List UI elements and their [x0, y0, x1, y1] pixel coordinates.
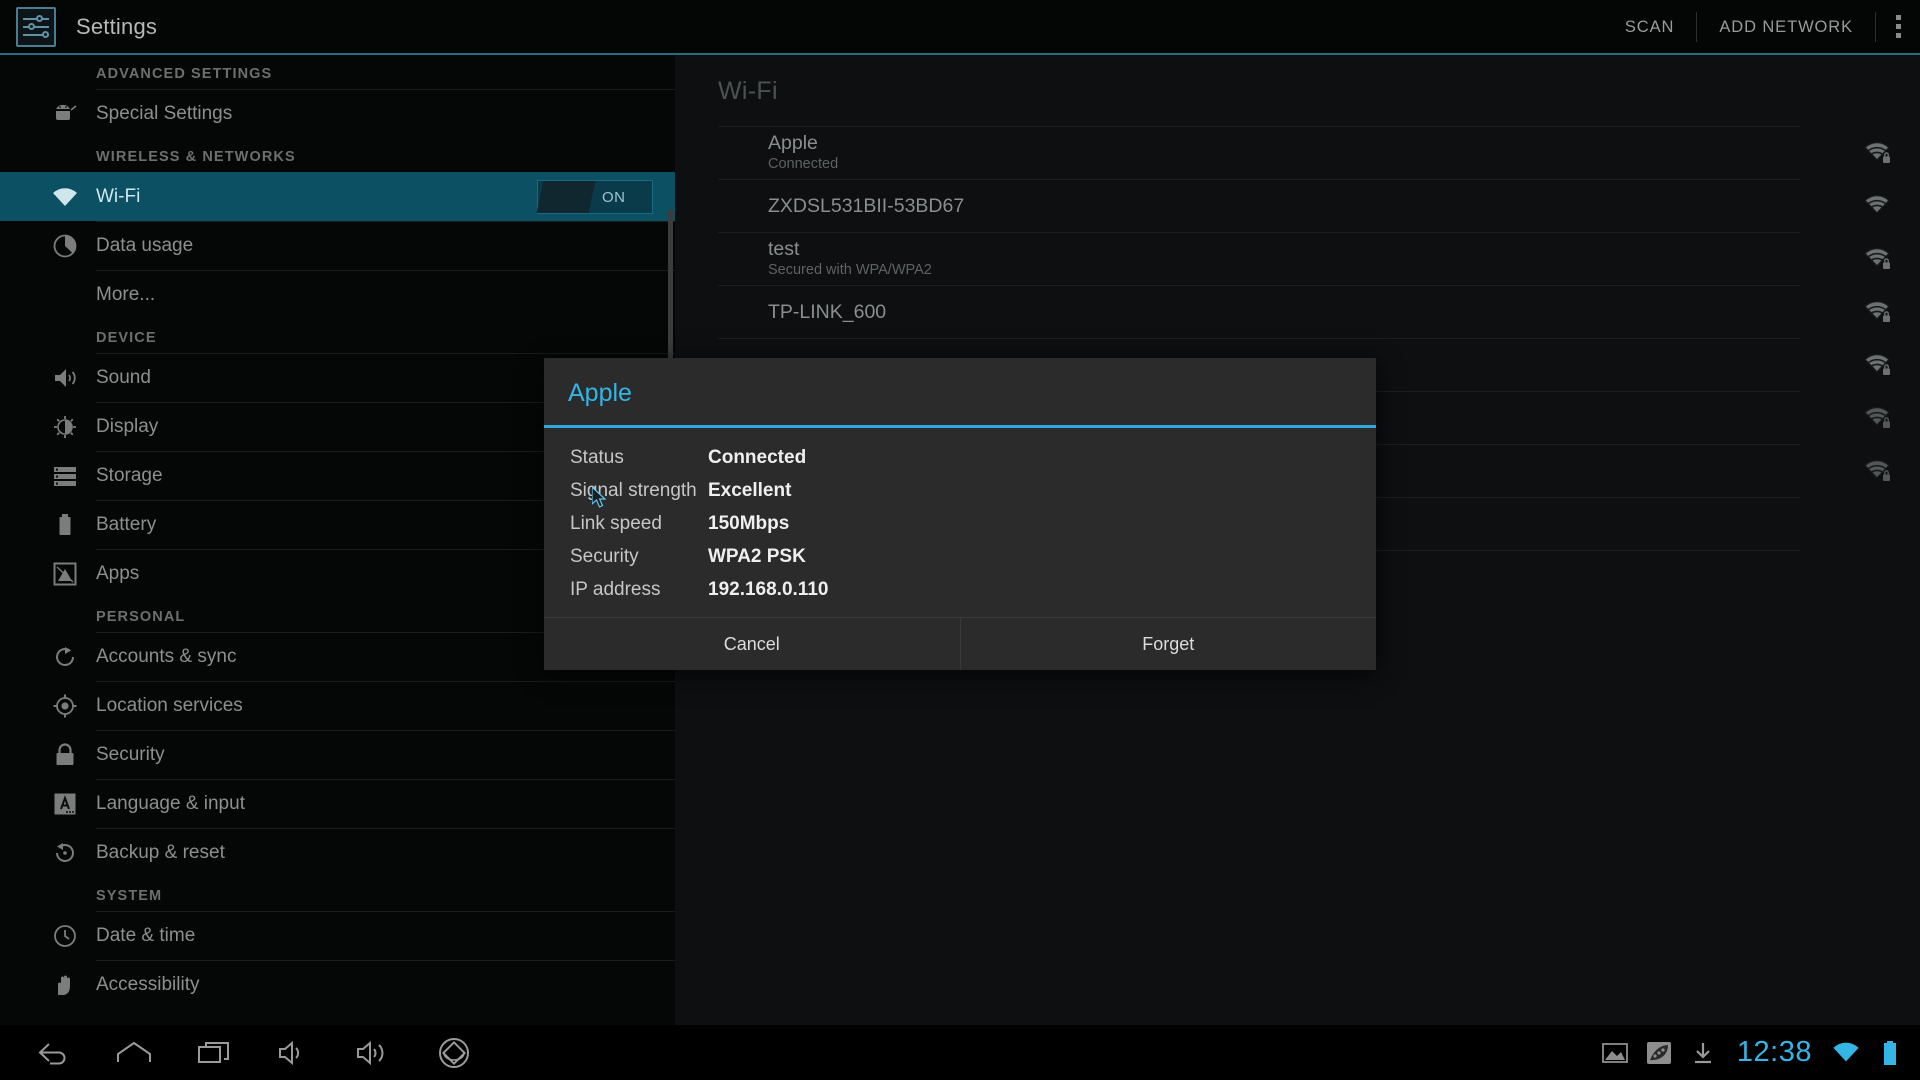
dialog-row-label: IP address [570, 579, 661, 600]
peapod-app-icon[interactable] [1645, 1039, 1673, 1067]
dialog-row-security: Security WPA2 PSK [544, 541, 1376, 574]
dialog-row-value: 192.168.0.110 [708, 579, 829, 600]
dialog-row-value: Excellent [708, 480, 792, 501]
battery-full-icon [1876, 1039, 1904, 1067]
dialog-row-value: 150Mbps [708, 513, 790, 534]
android-settings-screen: Settings SCAN ADD NETWORK ADVANCED SETTI… [0, 0, 1920, 1080]
status-clock: 12:38 [1736, 1036, 1812, 1068]
dialog-row-status: Status Connected [544, 442, 1376, 475]
system-navigation-bar: 12:38 [0, 1025, 1920, 1080]
back-icon[interactable] [14, 1025, 94, 1080]
nav-buttons [0, 1025, 494, 1080]
wifi-icon [1832, 1039, 1860, 1067]
download-icon[interactable] [1689, 1039, 1717, 1067]
dialog-row-link-speed: Link speed 150Mbps [544, 508, 1376, 541]
image-icon[interactable] [1601, 1039, 1629, 1067]
screenshot-icon[interactable] [414, 1025, 494, 1080]
dialog-row-ip-address: IP address 192.168.0.110 [544, 574, 1376, 607]
dialog-row-label: Signal strength [570, 480, 697, 501]
dialog-header: Apple [544, 358, 1376, 428]
cancel-button[interactable]: Cancel [544, 618, 960, 670]
dialog-row-signal-strength: Signal strength Excellent [544, 475, 1376, 508]
dialog-button-bar: Cancel Forget [544, 617, 1376, 670]
dialog-row-label: Status [570, 447, 624, 468]
dialog-detail-rows: Status Connected Signal strength Excellent L… [544, 428, 1376, 617]
dialog-row-label: Security [570, 546, 639, 567]
volume-down-icon[interactable] [254, 1025, 334, 1080]
forget-button[interactable]: Forget [959, 618, 1377, 670]
dialog-row-value: Connected [708, 447, 807, 468]
dialog-title: Apple [568, 379, 632, 407]
status-icons: 12:38 [1601, 1036, 1920, 1069]
recents-icon[interactable] [174, 1025, 254, 1080]
volume-up-icon[interactable] [334, 1025, 414, 1080]
dialog-row-value: WPA2 PSK [708, 546, 806, 567]
dialog-row-label: Link speed [570, 513, 662, 534]
network-detail-dialog: Apple Status Connected Signal strength Exce… [544, 358, 1376, 670]
home-icon[interactable] [94, 1025, 174, 1080]
mouse-cursor [592, 487, 607, 508]
